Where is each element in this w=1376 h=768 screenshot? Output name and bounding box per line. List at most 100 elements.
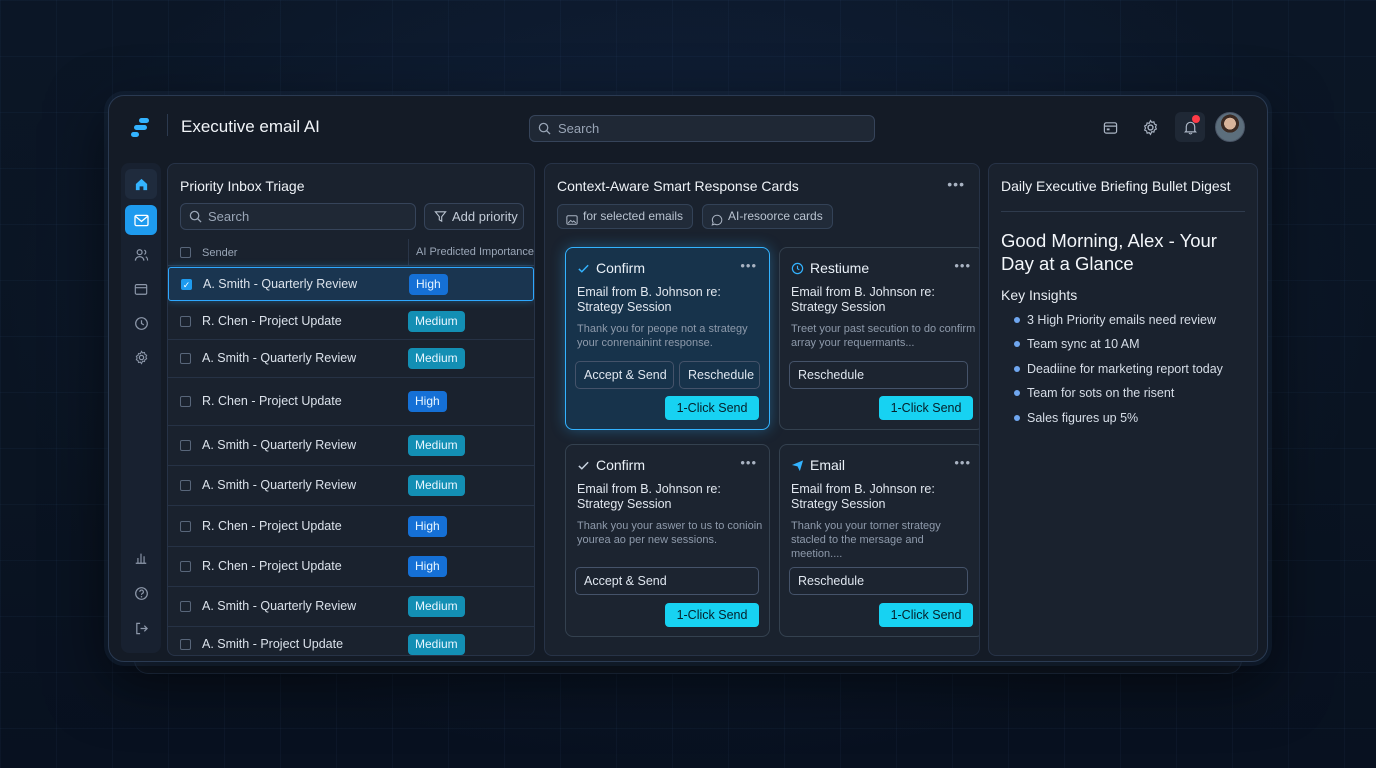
card-subject: Email from B. Johnson re: Strategy Sessi… <box>577 482 721 511</box>
smart-response-panel: Context-Aware Smart Response Cards ••• f… <box>544 163 980 656</box>
one-click-send-button[interactable]: 1-Click Send <box>665 396 759 420</box>
sidebar-item-mail[interactable] <box>125 205 157 235</box>
sidebar-item-contacts[interactable] <box>125 240 157 270</box>
clock-icon <box>134 316 148 330</box>
row-checkbox[interactable] <box>180 480 191 491</box>
add-priority-button[interactable]: Add priority <box>424 203 524 230</box>
top-actions <box>1095 112 1245 142</box>
add-priority-label: Add priority <box>452 209 518 224</box>
notifications-button[interactable] <box>1175 112 1205 142</box>
more-icon[interactable]: ••• <box>954 455 971 470</box>
card-header: Confirm <box>577 260 645 276</box>
sidebar-item-calendar[interactable] <box>125 274 157 304</box>
inbox-search-input[interactable]: Search <box>180 203 416 230</box>
card-body: Thank you for peope not a strategy your … <box>577 323 748 349</box>
reschedule-button[interactable]: Reschedule <box>789 361 968 389</box>
row-checkbox[interactable] <box>180 353 191 364</box>
clock-icon <box>791 262 804 274</box>
table-row[interactable]: R. Chen - Project Update Medium <box>168 303 534 340</box>
table-row[interactable]: R. Chen - Project Update High <box>168 506 534 547</box>
accept-send-button[interactable]: Accept & Send <box>575 361 674 389</box>
more-icon[interactable]: ••• <box>740 258 757 273</box>
chat-icon <box>711 211 723 234</box>
response-card-confirm-2[interactable]: Confirm ••• Email from B. Johnson re: St… <box>565 444 770 637</box>
inbox-search-placeholder: Search <box>208 209 250 224</box>
table-row[interactable]: A. Smith - Quarterly Review Medium <box>168 587 534 627</box>
one-click-send-button[interactable]: 1-Click Send <box>665 603 759 627</box>
row-checkbox[interactable] <box>180 639 191 650</box>
row-checkbox[interactable] <box>180 316 191 327</box>
response-card-email[interactable]: Email ••• Email from B. Johnson re: Stra… <box>779 444 979 637</box>
users-icon <box>134 249 148 261</box>
reschedule-button[interactable]: Reschedule <box>679 361 760 389</box>
importance-badge: High <box>408 391 447 412</box>
sidebar-item-settings[interactable] <box>125 342 157 372</box>
user-avatar[interactable] <box>1215 112 1245 142</box>
row-checkbox[interactable] <box>180 440 191 451</box>
calendar-icon <box>134 284 148 295</box>
panel-more-icon[interactable]: ••• <box>947 176 965 192</box>
chip-ai-cards[interactable]: AI-resoorce cards <box>702 204 833 229</box>
importance-badge: Medium <box>408 596 465 617</box>
key-insights-heading: Key Insights <box>1001 287 1078 303</box>
accept-send-button[interactable]: Accept & Send <box>575 567 759 595</box>
chart-icon <box>135 553 147 564</box>
row-sender: A. Smith - Quarterly Review <box>202 438 357 452</box>
response-card-confirm-1[interactable]: Confirm ••• Email from B. Johnson re: St… <box>565 247 770 430</box>
insight-item: Team for sots on the risent <box>1014 386 1174 400</box>
row-sender: R. Chen - Project Update <box>202 314 342 328</box>
row-checkbox[interactable] <box>180 396 191 407</box>
response-card-resume[interactable]: Restiume ••• Email from B. Johnson re: S… <box>779 247 979 430</box>
importance-badge: Medium <box>408 435 465 456</box>
app-logo-icon <box>131 118 149 138</box>
importance-badge: Medium <box>408 634 465 655</box>
calendar-button[interactable] <box>1095 112 1125 142</box>
reschedule-button[interactable]: Reschedule <box>789 567 968 595</box>
chip-selected-emails[interactable]: for selected emails <box>557 204 694 229</box>
chip-ai-label: AI-resoorce cards <box>728 209 823 223</box>
table-row[interactable]: ✓ A. Smith - Quarterly Review High <box>168 267 534 301</box>
table-row[interactable]: A. Smith - Quarterly Review Medium <box>168 426 534 466</box>
insight-text: Team sync at 10 AM <box>1027 337 1140 351</box>
settings-button[interactable] <box>1135 112 1165 142</box>
card-action: Confirm <box>596 457 646 473</box>
smart-response-title: Context-Aware Smart Response Cards <box>557 178 799 194</box>
row-sender: A. Smith - Project Update <box>202 637 344 651</box>
greeting-heading: Good Morning, Alex - Your Day at a Glanc… <box>1001 230 1217 274</box>
sidebar-item-home[interactable] <box>125 169 157 199</box>
column-header-sender: Sender <box>202 247 238 259</box>
row-checkbox[interactable] <box>180 601 191 612</box>
sidebar-item-analytics[interactable] <box>125 543 157 573</box>
mail-icon <box>133 214 149 226</box>
insight-text: Sales figures up 5% <box>1027 411 1139 425</box>
bullet-dot <box>1014 390 1020 396</box>
sidebar-item-history[interactable] <box>125 308 157 338</box>
sidebar-item-help[interactable] <box>125 578 157 608</box>
table-row[interactable]: A. Smith - Quarterly Review Medium <box>168 340 534 378</box>
table-row[interactable]: A. Smith - Project Update Medium <box>168 627 534 655</box>
one-click-send-button[interactable]: 1-Click Send <box>879 603 973 627</box>
sidebar-item-logout[interactable] <box>125 613 157 643</box>
more-icon[interactable]: ••• <box>954 258 971 273</box>
bullet-dot <box>1014 341 1020 347</box>
column-header-importance: AI Predicted Importance <box>408 239 534 266</box>
notification-dot <box>1192 115 1200 123</box>
card-action: Email <box>810 457 846 473</box>
help-icon <box>134 586 148 600</box>
select-all-checkbox[interactable] <box>180 247 191 258</box>
table-row[interactable]: A. Smith - Quarterly Review Medium <box>168 466 534 506</box>
row-checkbox[interactable] <box>180 561 191 572</box>
global-search-input[interactable]: Search <box>529 115 875 142</box>
table-row[interactable]: R. Chen - Project Update High <box>168 378 534 426</box>
table-row[interactable]: R. Chen - Project Update High <box>168 547 534 587</box>
one-click-send-button[interactable]: 1-Click Send <box>879 396 973 420</box>
row-checkbox[interactable]: ✓ <box>181 279 192 290</box>
search-icon <box>538 122 551 138</box>
more-icon[interactable]: ••• <box>740 455 757 470</box>
row-checkbox[interactable] <box>180 521 191 532</box>
send-icon <box>791 459 804 471</box>
importance-badge: Medium <box>408 311 465 332</box>
card-header: Restiume <box>791 260 869 276</box>
check-icon <box>578 264 589 273</box>
row-sender: A. Smith - Quarterly Review <box>203 277 358 291</box>
